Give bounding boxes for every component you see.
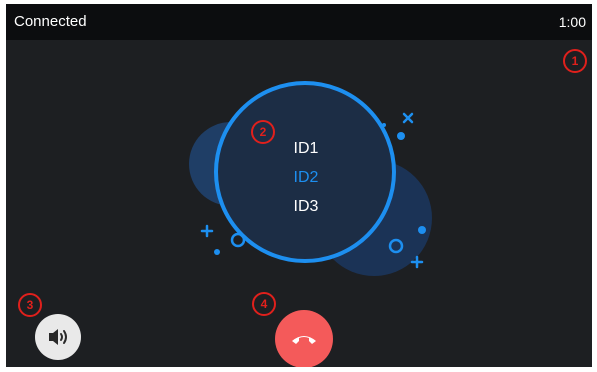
- speaker-button[interactable]: [35, 314, 81, 360]
- hang-up-button[interactable]: [275, 310, 333, 367]
- caller-id-2[interactable]: ID2: [246, 163, 366, 192]
- deco-plus-left-icon: [200, 224, 214, 238]
- speaker-icon: [49, 329, 67, 345]
- deco-dot-tiny: [382, 123, 386, 127]
- deco-cross-icon: [402, 112, 414, 124]
- hang-up-phone-icon: [292, 336, 316, 344]
- deco-dot-right: [418, 226, 426, 234]
- caller-id-3[interactable]: ID3: [246, 192, 366, 221]
- annotation-marker-2: 2: [251, 120, 275, 144]
- deco-ring-small-left: [230, 232, 246, 248]
- deco-dot-left: [214, 249, 220, 255]
- annotation-marker-4: 4: [252, 292, 276, 316]
- annotation-marker-3: 3: [18, 293, 42, 317]
- deco-dot-top: [397, 132, 405, 140]
- caller-id-list: ID1 ID2 ID3: [246, 134, 366, 221]
- annotation-marker-1: 1: [563, 49, 587, 73]
- call-screen: Connected 1:00 ID1 ID2 ID3 1 2 3 4: [6, 4, 592, 367]
